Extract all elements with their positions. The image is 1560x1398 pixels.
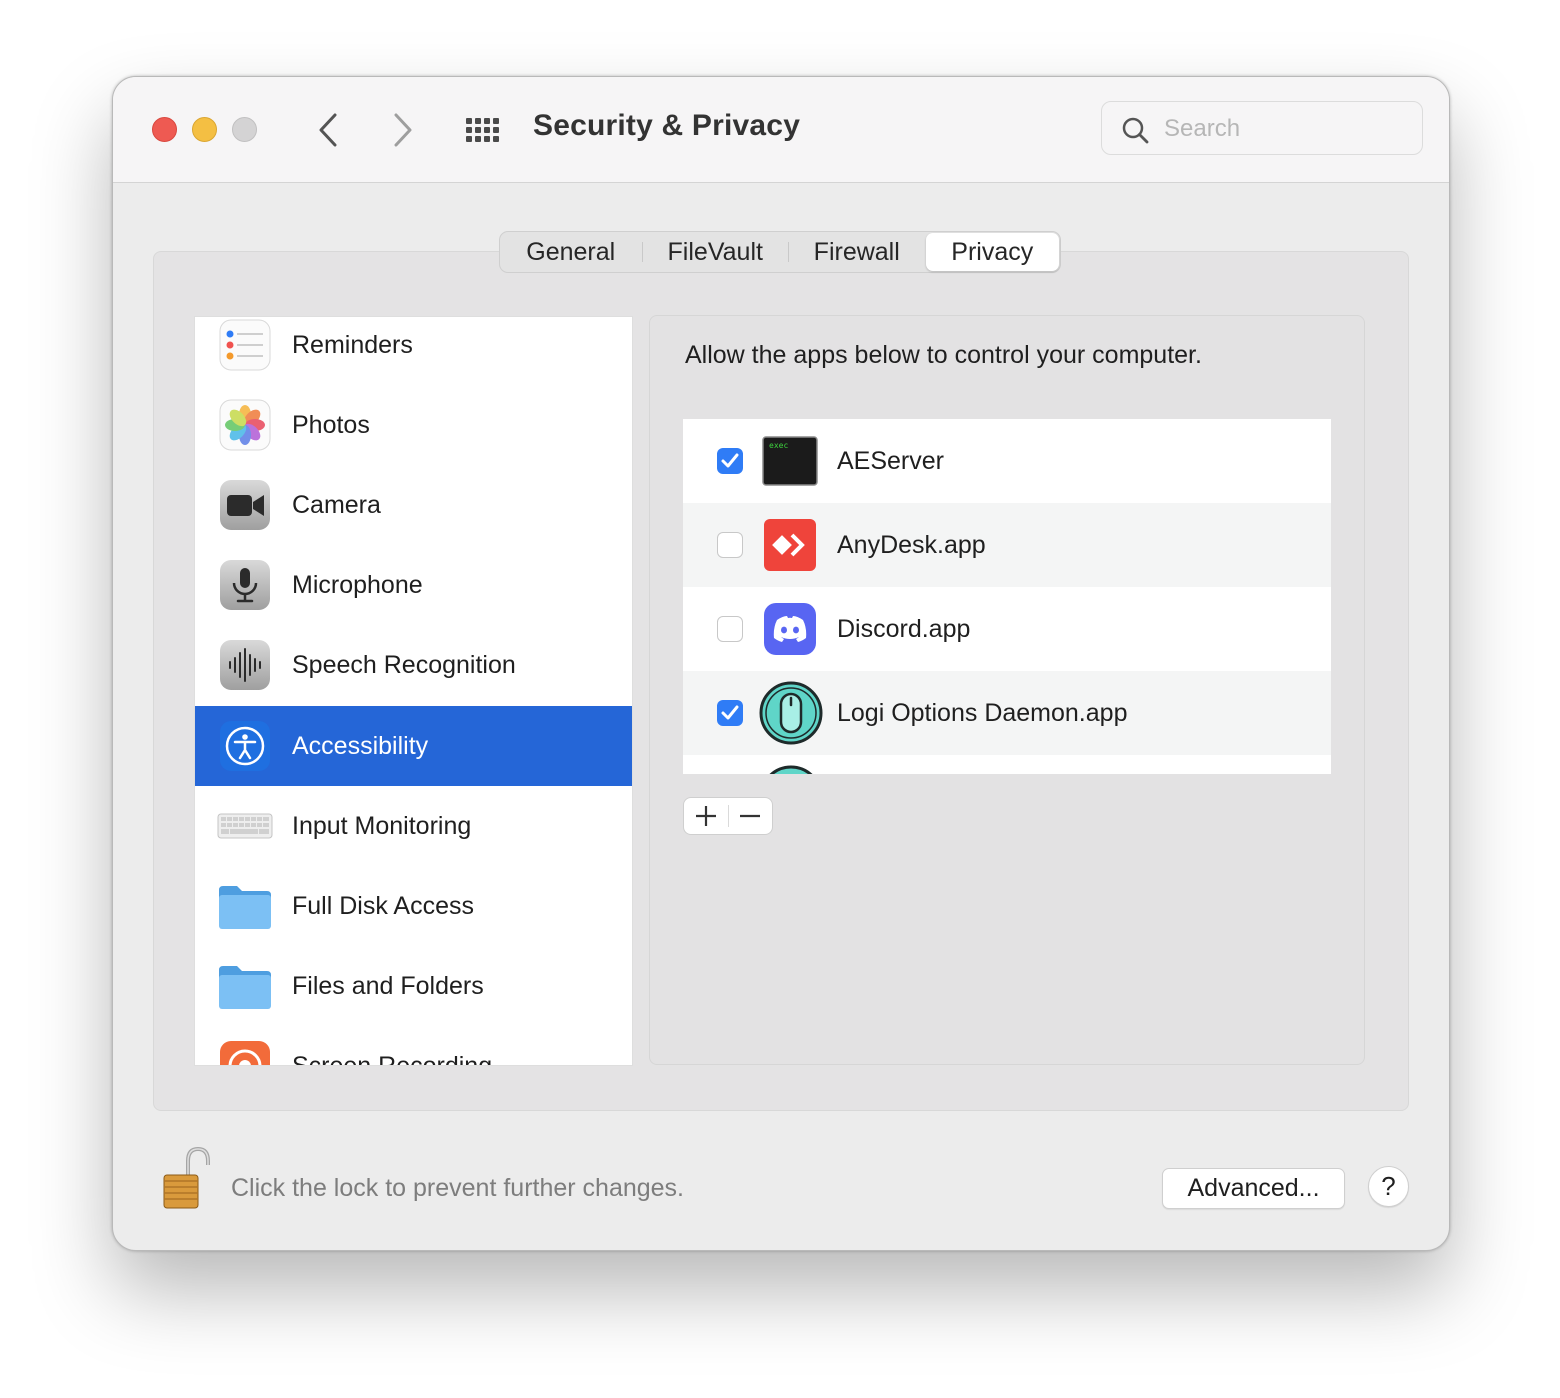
sidebar-item-accessibility[interactable]: Accessibility bbox=[195, 706, 632, 786]
sidebar-item-photos[interactable]: Photos bbox=[195, 385, 632, 465]
anydesk-icon bbox=[764, 519, 816, 571]
list-item[interactable]: Logi Options Daemon.app bbox=[683, 671, 1331, 755]
list-item[interactable] bbox=[683, 755, 1331, 774]
add-app-button[interactable] bbox=[684, 798, 728, 834]
remove-app-button[interactable] bbox=[728, 798, 772, 834]
advanced-button[interactable]: Advanced... bbox=[1162, 1168, 1345, 1209]
speech-recognition-icon bbox=[220, 640, 270, 690]
checkmark-icon bbox=[721, 705, 739, 720]
logi-mouse-icon bbox=[759, 681, 823, 745]
app-name: Logi Options Daemon.app bbox=[837, 699, 1128, 727]
app-name: AEServer bbox=[837, 447, 944, 475]
camera-icon bbox=[220, 480, 270, 530]
sidebar-item-camera[interactable]: Camera bbox=[195, 465, 632, 545]
tab-general[interactable]: General bbox=[500, 232, 642, 272]
search-input[interactable] bbox=[1162, 110, 1416, 148]
unlocked-padlock-icon[interactable] bbox=[161, 1147, 213, 1211]
sidebar-item-label: Files and Folders bbox=[292, 972, 484, 1000]
sidebar-item-label: Photos bbox=[292, 411, 370, 439]
search-field[interactable] bbox=[1101, 101, 1423, 155]
tab-firewall[interactable]: Firewall bbox=[789, 232, 925, 272]
forward-button[interactable] bbox=[381, 108, 425, 152]
logi-mouse-icon bbox=[769, 765, 813, 774]
list-item[interactable]: exec AEServer bbox=[683, 419, 1331, 503]
window-title: Security & Privacy bbox=[533, 109, 801, 142]
accessibility-icon bbox=[220, 721, 270, 771]
sidebar-item-microphone[interactable]: Microphone bbox=[195, 545, 632, 625]
chevron-right-icon bbox=[394, 113, 412, 147]
terminal-exec-icon: exec bbox=[762, 436, 818, 486]
back-button[interactable] bbox=[306, 108, 350, 152]
sidebar-item-label: Camera bbox=[292, 491, 381, 519]
preferences-window: Security & Privacy General FileVault Fir… bbox=[112, 76, 1450, 1251]
tab-privacy[interactable]: Privacy bbox=[925, 233, 1060, 271]
lock-status-text: Click the lock to prevent further change… bbox=[231, 1174, 685, 1202]
svg-text:exec: exec bbox=[769, 441, 788, 450]
sidebar-item-reminders[interactable]: Reminders bbox=[195, 317, 632, 385]
sidebar-item-label: Input Monitoring bbox=[292, 812, 472, 840]
folder-icon bbox=[219, 966, 271, 1009]
sidebar-item-label: Accessibility bbox=[292, 732, 429, 760]
sidebar-item-label: Speech Recognition bbox=[292, 651, 516, 679]
list-item[interactable]: AnyDesk.app bbox=[683, 503, 1331, 587]
sidebar-item-files-and-folders[interactable]: Files and Folders bbox=[195, 946, 632, 1026]
pane-heading: Allow the apps below to control your com… bbox=[685, 341, 1202, 369]
zoom-button[interactable] bbox=[232, 117, 257, 142]
app-checkbox-checked[interactable] bbox=[717, 448, 743, 474]
chevron-left-icon bbox=[319, 113, 337, 147]
sidebar-item-screen-recording[interactable]: Screen Recording bbox=[195, 1026, 632, 1066]
app-name: Discord.app bbox=[837, 615, 971, 643]
sidebar-item-label: Reminders bbox=[292, 331, 413, 359]
minimize-button[interactable] bbox=[192, 117, 217, 142]
sidebar-item-label: Microphone bbox=[292, 571, 423, 599]
app-name: AnyDesk.app bbox=[837, 531, 986, 559]
folder-icon bbox=[219, 886, 271, 929]
privacy-category-list[interactable]: Reminders Photos Camera Microphone Speec… bbox=[194, 316, 633, 1066]
list-item[interactable]: Discord.app bbox=[683, 587, 1331, 671]
screen-recording-icon bbox=[220, 1041, 270, 1065]
minus-icon bbox=[740, 814, 761, 818]
sidebar-item-label: Full Disk Access bbox=[292, 892, 474, 920]
search-icon bbox=[1122, 117, 1149, 144]
photos-icon bbox=[219, 399, 271, 451]
app-checkbox-checked[interactable] bbox=[717, 700, 743, 726]
tab-filevault[interactable]: FileVault bbox=[643, 232, 788, 272]
grid-icon bbox=[466, 118, 499, 142]
tab-bar: General FileVault Firewall Privacy bbox=[499, 231, 1061, 273]
microphone-icon bbox=[220, 560, 270, 610]
title-bar: Security & Privacy bbox=[113, 77, 1449, 183]
sidebar-item-label: Screen Recording bbox=[292, 1052, 493, 1066]
reminders-icon bbox=[219, 319, 271, 371]
app-list[interactable]: exec AEServer AnyDesk.app Discord.app Lo… bbox=[683, 419, 1331, 774]
discord-icon bbox=[764, 603, 816, 655]
app-checkbox-unchecked[interactable] bbox=[717, 616, 743, 642]
add-remove-control bbox=[683, 797, 773, 835]
sidebar-item-speech-recognition[interactable]: Speech Recognition bbox=[195, 625, 632, 705]
plus-icon bbox=[695, 806, 716, 826]
show-all-button[interactable] bbox=[463, 110, 505, 152]
help-button[interactable]: ? bbox=[1368, 1166, 1409, 1207]
sidebar-item-full-disk-access[interactable]: Full Disk Access bbox=[195, 866, 632, 946]
keyboard-icon bbox=[217, 813, 273, 839]
checkmark-icon bbox=[721, 453, 739, 468]
close-button[interactable] bbox=[152, 117, 177, 142]
app-checkbox-unchecked[interactable] bbox=[717, 532, 743, 558]
sidebar-item-input-monitoring[interactable]: Input Monitoring bbox=[195, 786, 632, 866]
